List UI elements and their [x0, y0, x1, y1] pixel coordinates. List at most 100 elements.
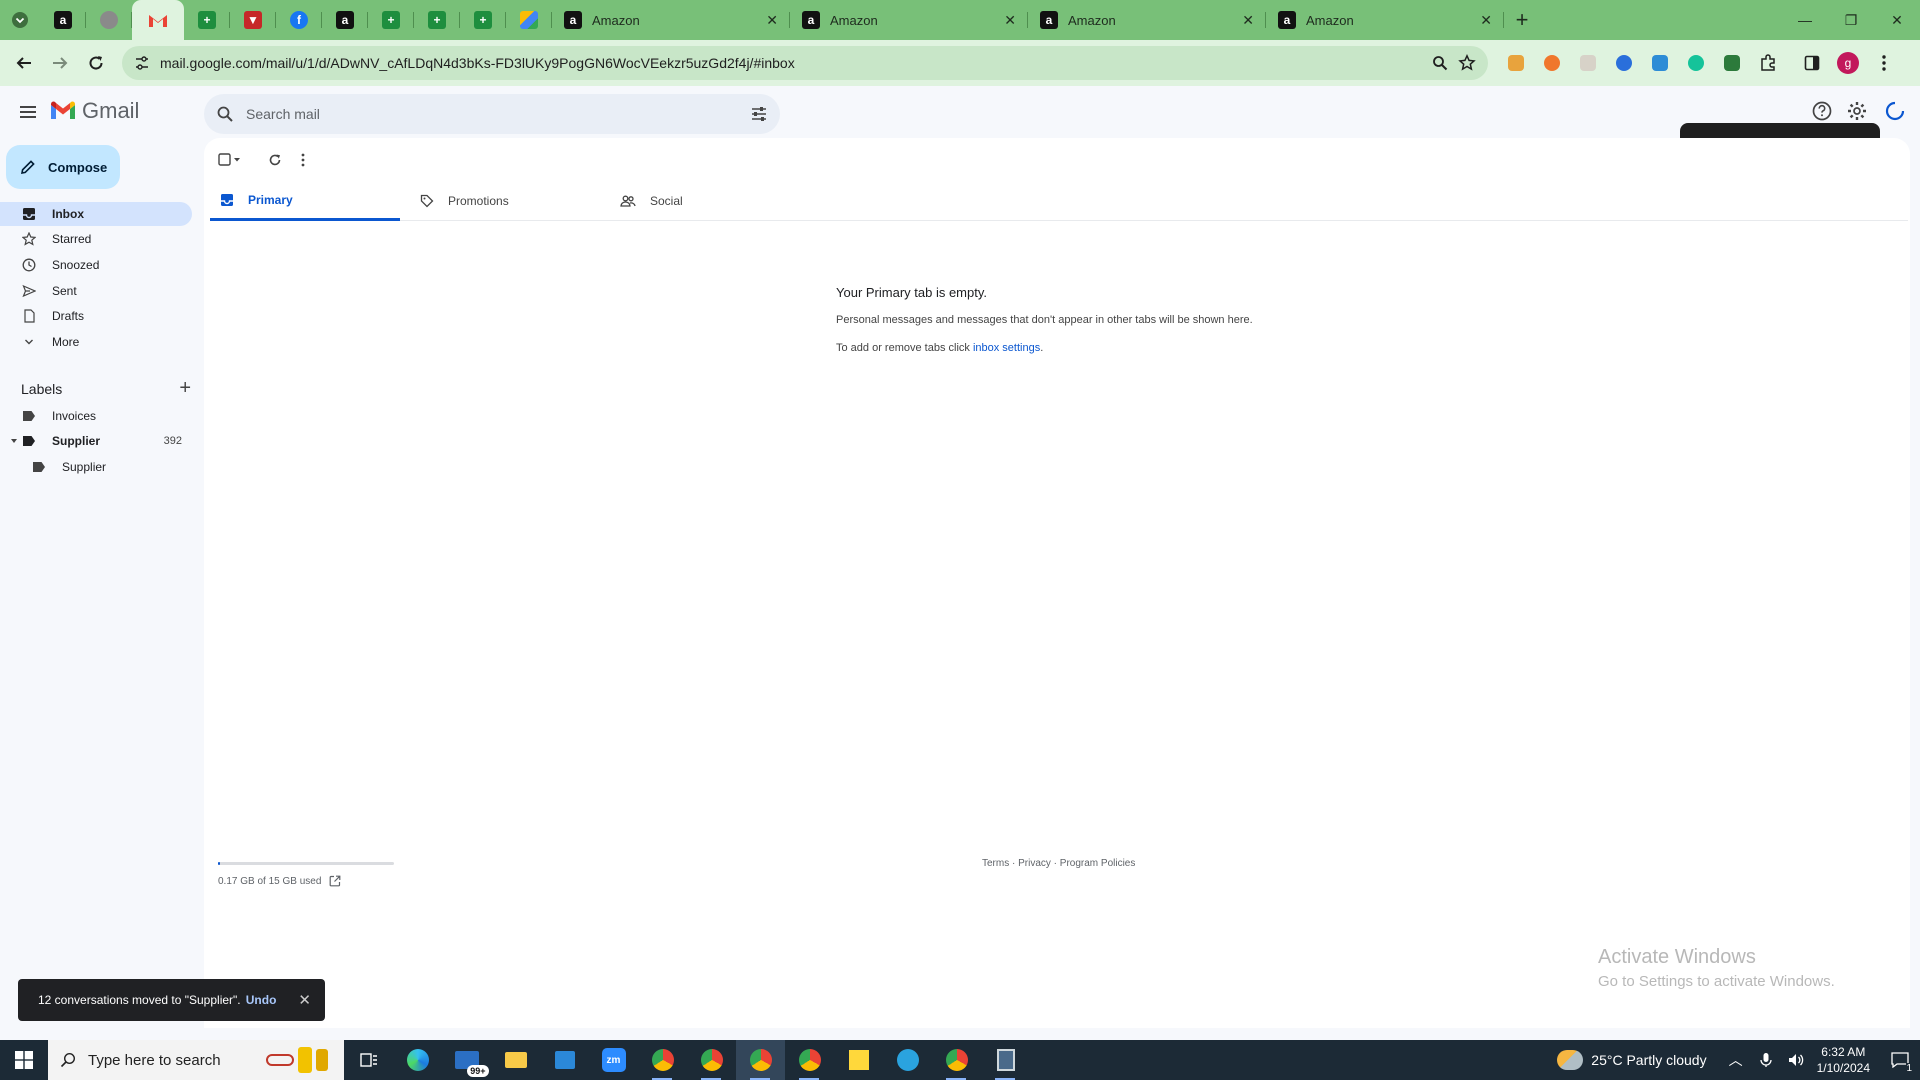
more-actions-button[interactable] — [301, 150, 305, 170]
pinned-tab-2[interactable] — [86, 0, 132, 40]
pinned-tab-drive[interactable] — [506, 0, 552, 40]
support-button[interactable] — [1811, 100, 1835, 124]
pinned-tab-sheet-4[interactable]: + — [460, 0, 506, 40]
create-label-button[interactable]: + — [179, 377, 191, 400]
label-invoices[interactable]: Invoices — [0, 404, 192, 428]
compose-button[interactable]: Compose — [6, 145, 120, 189]
pinned-tab-amazon-2[interactable]: a — [322, 0, 368, 40]
taskbar-search-box[interactable]: Type here to search — [48, 1040, 344, 1080]
undo-button[interactable]: Undo — [246, 993, 277, 1007]
search-bar[interactable] — [204, 94, 780, 134]
chevron-up-icon[interactable]: ︿ — [1729, 1050, 1743, 1070]
close-icon[interactable]: ✕ — [766, 12, 778, 29]
new-tab-button[interactable]: + — [1504, 0, 1540, 40]
tab-amazon-3[interactable]: a Amazon ✕ — [1028, 0, 1266, 40]
close-icon[interactable]: ✕ — [1004, 12, 1016, 29]
pinned-tab-sheet-1[interactable]: + — [184, 0, 230, 40]
close-icon[interactable]: ✕ — [1242, 12, 1254, 29]
footer-links[interactable]: Terms · Privacy · Program Policies — [982, 858, 1135, 869]
site-info-icon[interactable] — [134, 55, 150, 71]
taskbar-zoom[interactable]: zm — [589, 1040, 638, 1080]
taskbar-store[interactable] — [540, 1040, 589, 1080]
taskbar-chrome-2[interactable] — [687, 1040, 736, 1080]
notification-center-button[interactable]: 1 — [1880, 1040, 1920, 1080]
nav-more[interactable]: More — [0, 330, 192, 354]
extension-7[interactable] — [1714, 45, 1750, 81]
inbox-settings-link[interactable]: inbox settings — [973, 342, 1040, 354]
taskbar-chrome-5[interactable] — [932, 1040, 981, 1080]
address-bar[interactable]: mail.google.com/mail/u/1/d/ADwNV_cAfLDqN… — [122, 46, 1488, 80]
open-in-new-icon[interactable] — [329, 875, 341, 887]
tab-primary[interactable]: Primary — [210, 181, 400, 221]
search-icon — [60, 1052, 76, 1068]
close-icon[interactable]: ✕ — [1480, 12, 1492, 29]
minimize-button[interactable]: — — [1782, 0, 1828, 40]
extension-2[interactable] — [1534, 45, 1570, 81]
zoom-icon[interactable] — [1432, 55, 1448, 71]
caret-down-icon[interactable] — [11, 438, 17, 444]
restore-button[interactable]: ❐ — [1828, 0, 1874, 40]
back-button[interactable] — [6, 45, 42, 81]
pinned-tab-4[interactable]: ▼ — [230, 0, 276, 40]
search-options-icon[interactable] — [750, 105, 768, 123]
taskbar-mail[interactable]: 99+ — [442, 1040, 491, 1080]
tab-amazon-2[interactable]: a Amazon ✕ — [790, 0, 1028, 40]
pinned-tab-sheet-3[interactable]: + — [414, 0, 460, 40]
nav-starred[interactable]: Starred — [0, 227, 192, 251]
close-icon[interactable]: ✕ — [298, 991, 311, 1009]
extension-3[interactable] — [1570, 45, 1606, 81]
side-panel-button[interactable] — [1794, 45, 1830, 81]
pinned-tab-facebook[interactable]: f — [276, 0, 322, 40]
tab-promotions[interactable]: Promotions — [410, 181, 600, 221]
taskbar-chrome-1[interactable] — [638, 1040, 687, 1080]
search-input[interactable] — [246, 106, 738, 122]
forward-button[interactable] — [42, 45, 78, 81]
refresh-button[interactable] — [268, 150, 282, 170]
taskbar-chrome-4[interactable] — [785, 1040, 834, 1080]
start-button[interactable] — [0, 1040, 48, 1080]
clock[interactable]: 6:32 AM 1/10/2024 — [1817, 1044, 1870, 1076]
microphone-icon[interactable] — [1759, 1052, 1773, 1068]
main-menu-button[interactable] — [16, 100, 40, 124]
extension-5[interactable] — [1642, 45, 1678, 81]
profile-button[interactable]: g — [1830, 45, 1866, 81]
label-supplier[interactable]: Supplier 392 — [0, 429, 192, 453]
select-all-checkbox[interactable] — [218, 150, 242, 170]
extension-4[interactable] — [1606, 45, 1642, 81]
speaker-icon[interactable] — [1787, 1052, 1805, 1068]
nav-sent[interactable]: Sent — [0, 279, 192, 303]
extension-1[interactable] — [1498, 45, 1534, 81]
account-button[interactable] — [1884, 100, 1908, 124]
tab-social[interactable]: Social — [610, 181, 800, 221]
tab-amazon-4[interactable]: a Amazon ✕ — [1266, 0, 1504, 40]
nav-inbox[interactable]: Inbox — [0, 202, 192, 226]
pinned-tab-sheet-2[interactable]: + — [368, 0, 414, 40]
search-icon[interactable] — [216, 105, 234, 123]
bookmark-star-icon[interactable] — [1458, 54, 1476, 72]
close-window-button[interactable]: ✕ — [1874, 0, 1920, 40]
weather-text[interactable]: 25°C Partly cloudy — [1591, 1052, 1706, 1068]
tab-search-button[interactable] — [0, 0, 40, 40]
url-text[interactable]: mail.google.com/mail/u/1/d/ADwNV_cAfLDqN… — [160, 55, 1422, 71]
extension-grammarly[interactable] — [1678, 45, 1714, 81]
taskbar-edge[interactable] — [393, 1040, 442, 1080]
extensions-menu-button[interactable] — [1750, 45, 1786, 81]
settings-button[interactable] — [1846, 100, 1870, 124]
task-view-button[interactable] — [344, 1040, 393, 1080]
taskbar-chrome-3[interactable] — [736, 1040, 785, 1080]
side-panel-icon — [1804, 55, 1820, 71]
taskbar-telegram[interactable] — [883, 1040, 932, 1080]
reload-button[interactable] — [78, 45, 114, 81]
nav-snoozed[interactable]: Snoozed — [0, 253, 192, 277]
chrome-menu-button[interactable] — [1866, 45, 1902, 81]
system-tray: 25°C Partly cloudy ︿ 6:32 AM 1/10/2024 1 — [1557, 1040, 1920, 1080]
pinned-tab-amazon[interactable]: a — [40, 0, 86, 40]
taskbar-calculator[interactable] — [981, 1040, 1030, 1080]
taskbar-file-explorer[interactable] — [491, 1040, 540, 1080]
nav-drafts[interactable]: Drafts — [0, 304, 192, 328]
taskbar-sticky-notes[interactable] — [834, 1040, 883, 1080]
label-supplier-child[interactable]: Supplier — [0, 455, 192, 479]
pinned-tab-gmail[interactable] — [132, 0, 184, 40]
gmail-logo[interactable]: Gmail — [50, 98, 139, 124]
tab-amazon-1[interactable]: a Amazon ✕ — [552, 0, 790, 40]
